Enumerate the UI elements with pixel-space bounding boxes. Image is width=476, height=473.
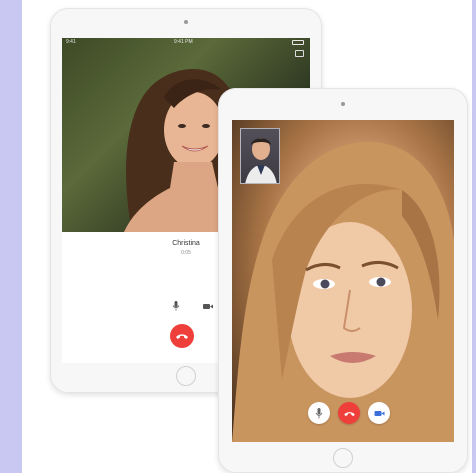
- battery-icon: [292, 40, 304, 45]
- video-toggle-button-front[interactable]: [368, 402, 390, 424]
- mic-icon: [315, 407, 323, 418]
- home-button-front: [333, 448, 353, 468]
- end-call-button-front[interactable]: [338, 402, 360, 424]
- status-bar: 9:41 9:41 PM: [62, 38, 310, 48]
- home-button-back: [176, 366, 196, 386]
- call-controls-front: [232, 400, 454, 426]
- front-camera-dot: [184, 20, 188, 24]
- status-clock: 9:41 PM: [174, 39, 193, 45]
- mute-button-front[interactable]: [308, 402, 330, 424]
- self-view-thumbnail[interactable]: [240, 128, 280, 184]
- video-toggle-button[interactable]: [202, 300, 214, 312]
- end-call-icon: [343, 411, 355, 416]
- mic-icon: [172, 301, 180, 311]
- mute-button[interactable]: [170, 300, 182, 312]
- video-camera-icon: [203, 303, 213, 309]
- status-time: 9:41: [66, 39, 76, 45]
- self-view-image: [245, 138, 277, 183]
- end-call-button[interactable]: [170, 324, 194, 348]
- video-camera-icon: [374, 410, 384, 416]
- front-camera-dot: [341, 102, 345, 106]
- product-card: 9:41 9:41 PM Christina 0:05: [22, 0, 472, 473]
- call-screen-front: [232, 120, 454, 442]
- tablet-front: [218, 88, 468, 473]
- switch-view-icon[interactable]: [295, 50, 304, 57]
- end-call-icon: [176, 334, 188, 339]
